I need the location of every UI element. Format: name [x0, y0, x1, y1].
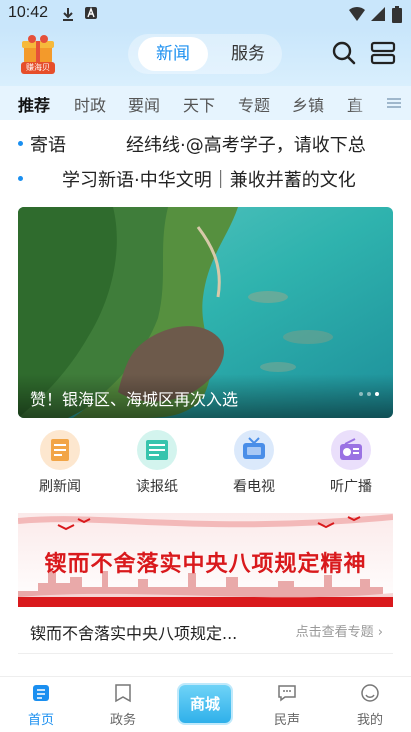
quick-link-tv[interactable]: 看电视 [214, 430, 294, 496]
news-refresh-icon [40, 430, 80, 470]
tab-service[interactable]: 服务 [218, 37, 278, 71]
news-carousel[interactable]: 赞！银海区、海城区再次入选 [18, 207, 393, 418]
signal-icon [371, 7, 385, 21]
topic-banner[interactable]: 锲而不舍落实中央八项规定精神 [18, 513, 393, 607]
wifi-icon [349, 6, 365, 21]
banner-caption-bar: 赞！银海区、海城区再次入选 [18, 374, 393, 418]
pager-dot-active [375, 392, 379, 396]
category-tab-headlines[interactable]: 要闻 [128, 92, 160, 116]
app-notification-icon [85, 7, 97, 19]
category-tab-world[interactable]: 天下 [183, 92, 215, 116]
tab-home[interactable]: 首页 [11, 683, 71, 728]
category-manage-icon[interactable] [387, 96, 401, 110]
category-tab-recommend[interactable]: 推荐 [18, 92, 50, 116]
quick-link-radio[interactable]: 听广播 [311, 430, 391, 496]
status-bar: 10:42 [0, 0, 411, 28]
topic-banner-title: 锲而不舍落实中央八项规定精神 [44, 552, 367, 577]
chat-icon [278, 685, 296, 702]
category-tab-topics[interactable]: 专题 [238, 92, 270, 116]
pager-dot [359, 392, 363, 396]
topic-title: 锲而不舍落实中央八项规定... [30, 624, 238, 643]
radio-icon [331, 430, 371, 470]
ticker-dot [18, 141, 23, 146]
quick-link-newspaper[interactable]: 读报纸 [117, 430, 197, 496]
banner-caption: 赞！银海区、海城区再次入选 [30, 390, 239, 409]
status-time: 10:42 [8, 4, 49, 21]
tab-label: 首页 [27, 713, 54, 728]
pager-dot [367, 392, 371, 396]
tab-government[interactable]: 政务 [93, 683, 153, 728]
logo-text: 赚海贝 [21, 62, 55, 74]
category-tabs: 推荐 时政 要闻 天下 专题 乡镇 直 [0, 86, 411, 120]
quick-link-label: 读报纸 [136, 479, 178, 495]
tab-public-voice[interactable]: 民声 [257, 683, 317, 728]
topic-entry[interactable]: 锲而不舍落实中央八项规定... 点击查看专题 › [18, 608, 393, 654]
quick-link-label: 听广播 [330, 479, 372, 495]
carousel-pager [355, 381, 379, 400]
app-header: 赚海贝 新闻 服务 [0, 28, 411, 86]
news-service-switch: 新闻 服务 [128, 34, 282, 74]
tab-label: 民声 [273, 713, 300, 728]
ticker-text: 经纬线·@高考学子，请收下总 [126, 135, 366, 156]
view-topic-link[interactable]: 点击查看专题 › [296, 621, 383, 640]
quick-link-label: 刷新闻 [39, 479, 81, 495]
tab-label: 政务 [109, 713, 136, 728]
quick-link-news[interactable]: 刷新闻 [20, 430, 100, 496]
category-fade [349, 86, 379, 120]
tv-icon [234, 430, 274, 470]
bookmark-icon [115, 684, 131, 703]
app-logo[interactable]: 赚海贝 [18, 34, 58, 74]
tab-news[interactable]: 新闻 [138, 37, 208, 71]
tab-profile[interactable]: 我的 [340, 683, 400, 728]
chevron-right-icon: › [377, 625, 383, 640]
view-topic-label: 点击查看专题 [295, 625, 374, 640]
ticker-dot [18, 176, 23, 181]
ticker-source: 寄语 [30, 135, 66, 156]
bottom-tab-bar: 首页 政务 商城 民声 我的 [0, 676, 411, 732]
headline-ticker-1[interactable]: 寄语 经纬线·@高考学子，请收下总 [0, 126, 411, 160]
newspaper-icon [137, 430, 177, 470]
category-tab-politics[interactable]: 时政 [74, 92, 106, 116]
menu-icon[interactable] [370, 40, 396, 66]
home-icon [33, 685, 49, 701]
quick-link-label: 看电视 [233, 479, 275, 495]
download-icon [63, 8, 73, 21]
tab-label: 我的 [356, 713, 383, 728]
search-icon[interactable] [331, 40, 357, 66]
smile-icon [361, 684, 379, 702]
tab-mall[interactable]: 商城 [179, 685, 231, 723]
headline-ticker-2[interactable]: 学习新语·中华文明｜兼收并蓄的文化 [0, 161, 411, 195]
ticker-text: 学习新语·中华文明｜兼收并蓄的文化 [62, 170, 356, 191]
battery-icon [392, 6, 402, 23]
category-tab-towns[interactable]: 乡镇 [292, 92, 324, 116]
